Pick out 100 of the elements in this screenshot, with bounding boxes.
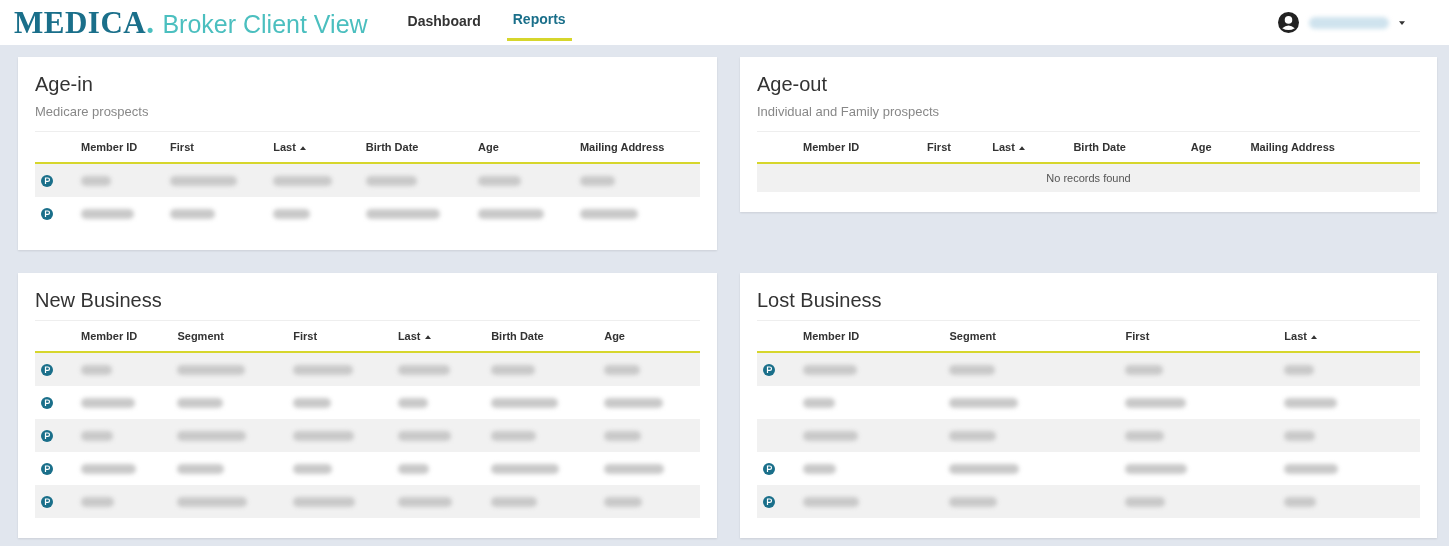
column-header[interactable]: Age: [478, 141, 499, 153]
redacted-text: [1125, 398, 1187, 409]
member-badge-icon[interactable]: [763, 363, 775, 376]
member-badge-icon[interactable]: [763, 495, 775, 508]
column-header[interactable]: Member ID: [803, 141, 860, 153]
app-title: Broker Client View: [162, 9, 368, 39]
column-header[interactable]: First: [1125, 330, 1150, 342]
sort-ascending-icon[interactable]: [424, 335, 431, 340]
member-badge-icon[interactable]: [41, 174, 53, 187]
redacted-text: [293, 365, 354, 376]
sort-ascending-icon[interactable]: [1310, 335, 1317, 340]
nav-tab[interactable]: Dashboard: [401, 0, 487, 45]
redacted-text: [478, 176, 522, 187]
redacted-text: [1125, 464, 1188, 475]
redacted-text: [81, 176, 111, 187]
redacted-text: [491, 398, 559, 409]
empty-message: No records found: [1046, 172, 1131, 184]
member-badge-icon[interactable]: [41, 495, 53, 508]
redacted-text: [177, 398, 224, 409]
redacted-text: [949, 365, 996, 376]
redacted-text: [397, 497, 452, 508]
redacted-text: [491, 431, 537, 442]
redacted-text: [81, 464, 136, 475]
redacted-text: [177, 365, 246, 376]
column-header[interactable]: First: [170, 141, 194, 153]
redacted-text: [579, 209, 638, 220]
caret-icon[interactable]: [1399, 20, 1405, 25]
redacted-text: [81, 398, 135, 409]
redacted-text: [604, 464, 665, 475]
redacted-text: [949, 431, 997, 442]
column-header[interactable]: Last: [992, 141, 1015, 153]
redacted-text: [1125, 497, 1166, 508]
redacted-text: [365, 176, 417, 187]
redacted-text: [491, 464, 560, 475]
column-header[interactable]: Member ID: [81, 330, 138, 342]
redacted-text: [491, 497, 538, 508]
redacted-text: [177, 431, 247, 442]
redacted-text: [397, 365, 450, 376]
column-header[interactable]: Mailing Address: [579, 141, 665, 153]
redacted-text: [1284, 398, 1338, 409]
card-subtitle: Individual and Family prospects: [757, 104, 941, 119]
redacted-text: [1284, 365, 1315, 376]
redacted-text: [1284, 497, 1317, 508]
redacted-text: [293, 497, 356, 508]
redacted-text: [803, 398, 835, 409]
card-title: Age-in: [35, 73, 94, 96]
redacted-text: [1284, 431, 1316, 442]
redacted-text: [81, 497, 114, 508]
card-title: Lost Business: [757, 289, 883, 312]
redacted-text: [1125, 431, 1165, 442]
redacted-text: [803, 497, 859, 508]
column-header[interactable]: Age: [604, 330, 625, 342]
column-header[interactable]: Member ID: [803, 330, 860, 342]
redacted-text: [478, 209, 545, 220]
redacted-text: [604, 497, 643, 508]
redacted-text: [803, 464, 836, 475]
redacted-text: [1125, 365, 1164, 376]
member-badge-icon[interactable]: [41, 207, 53, 220]
redacted-text: [397, 398, 428, 409]
sort-ascending-icon[interactable]: [1018, 146, 1025, 151]
redacted-text: [579, 176, 615, 187]
column-header[interactable]: First: [293, 330, 318, 342]
column-header[interactable]: First: [927, 141, 951, 153]
redacted-text: [397, 464, 429, 475]
redacted-text: [1284, 464, 1339, 475]
redacted-text: [81, 209, 134, 220]
redacted-text: [293, 464, 333, 475]
column-header[interactable]: Birth Date: [1073, 141, 1126, 153]
redacted-text: [604, 398, 664, 409]
member-badge-icon[interactable]: [41, 462, 53, 475]
redacted-text: [177, 497, 248, 508]
member-badge-icon[interactable]: [41, 363, 53, 376]
medica-logo: MEDICA.: [14, 4, 155, 41]
column-header[interactable]: Birth Date: [491, 330, 544, 342]
sort-ascending-icon[interactable]: [299, 146, 306, 151]
redacted-text: [397, 431, 451, 442]
card-title: Age-out: [757, 73, 829, 96]
member-badge-icon[interactable]: [763, 462, 775, 475]
column-header[interactable]: Last: [273, 141, 296, 153]
redacted-text: [293, 431, 355, 442]
column-header[interactable]: Age: [1190, 141, 1212, 153]
column-header[interactable]: Last: [397, 330, 421, 342]
nav-tab[interactable]: Reports: [506, 0, 572, 41]
column-header[interactable]: Birth Date: [365, 141, 419, 153]
redacted-text: [803, 365, 857, 376]
redacted-text: [81, 365, 112, 376]
user-avatar-icon[interactable]: [1278, 12, 1299, 33]
column-header[interactable]: Segment: [177, 330, 224, 342]
column-header[interactable]: Last: [1284, 330, 1307, 342]
redacted-text: [293, 398, 332, 409]
member-badge-icon[interactable]: [41, 396, 53, 409]
redacted-text: [949, 497, 998, 508]
redacted-text: [273, 176, 333, 187]
redacted-text: [170, 209, 216, 220]
redacted-text: [803, 431, 858, 442]
member-badge-icon[interactable]: [41, 429, 53, 442]
column-header[interactable]: Member ID: [81, 141, 138, 153]
card-title: New Business: [35, 289, 163, 312]
column-header[interactable]: Mailing Address: [1250, 141, 1335, 153]
column-header[interactable]: Segment: [949, 330, 996, 342]
